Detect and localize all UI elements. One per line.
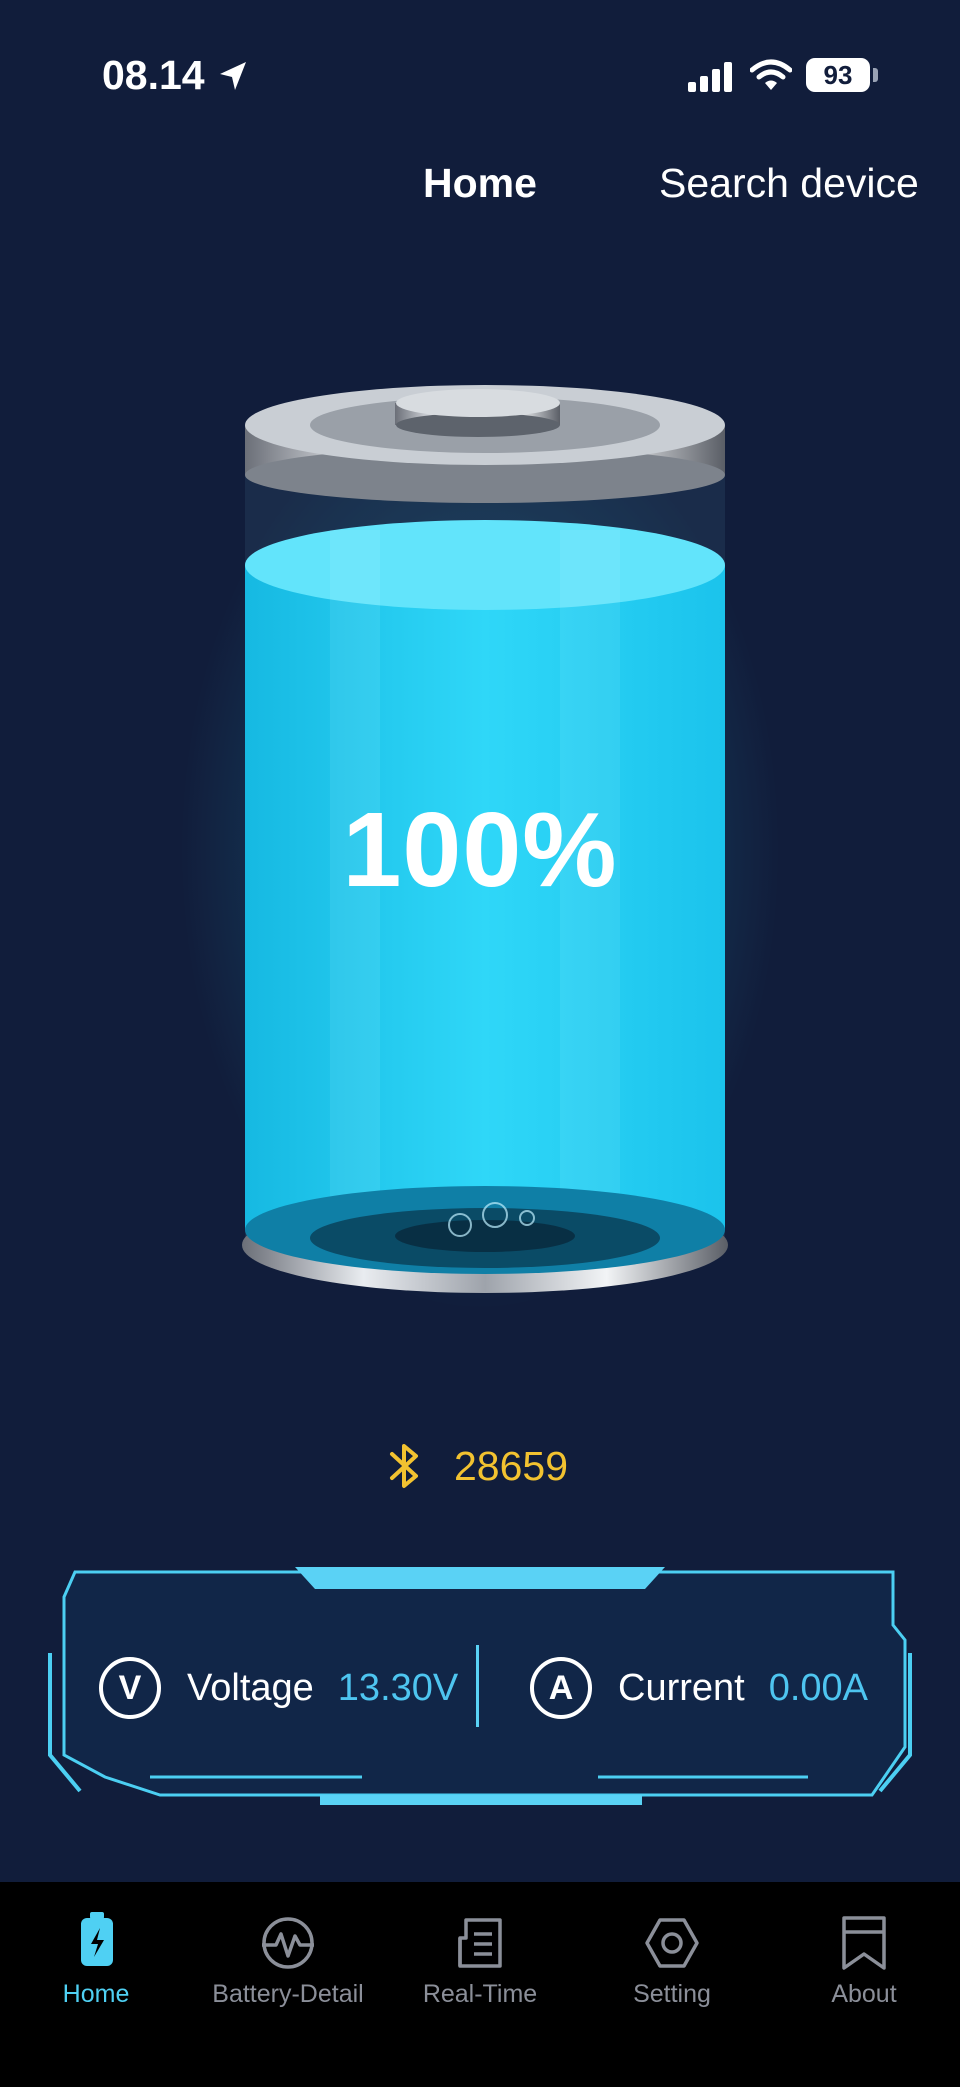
- tab-real-time[interactable]: Real-Time: [384, 1882, 576, 2087]
- tab-home[interactable]: Home: [0, 1882, 192, 2087]
- bottom-tab-bar: Home Battery-Detail Real-Time Setting Ab…: [0, 1882, 960, 2087]
- voltage-reading: V Voltage 13.30V: [99, 1657, 459, 1719]
- tab-about-label: About: [831, 1980, 897, 2008]
- voltage-label: Voltage: [187, 1666, 314, 1709]
- battery-bolt-icon: [81, 1912, 113, 1966]
- current-reading: A Current 0.00A: [530, 1657, 869, 1719]
- tab-about[interactable]: About: [768, 1882, 960, 2087]
- status-time: 08.14: [102, 52, 205, 98]
- bookmark-icon: [842, 1916, 886, 1970]
- battery-status-tip: [873, 68, 878, 82]
- bluetooth-icon: [390, 1444, 418, 1488]
- tab-real-time-label: Real-Time: [422, 1980, 538, 2008]
- nav-home-link[interactable]: Home: [423, 160, 537, 207]
- current-label: Current: [618, 1666, 745, 1709]
- readings-divider: [476, 1645, 479, 1727]
- current-icon: A: [530, 1657, 592, 1719]
- location-arrow-icon: [220, 62, 246, 90]
- voltage-icon: V: [99, 1657, 161, 1719]
- current-value: 0.00A: [768, 1666, 869, 1709]
- document-icon: [458, 1918, 502, 1968]
- pulse-circle-icon: [262, 1917, 314, 1969]
- wifi-icon: [750, 59, 792, 90]
- cellular-signal-icon: [688, 62, 732, 92]
- status-bar: 08.14 93: [0, 0, 960, 150]
- tab-setting[interactable]: Setting: [576, 1882, 768, 2087]
- battery-status-icon: 93: [806, 58, 870, 92]
- voltage-value: 13.30V: [337, 1666, 459, 1709]
- battery-percent: 100%: [342, 791, 618, 909]
- hexagon-gear-icon: [645, 1918, 699, 1968]
- device-bluetooth-id: 28659: [454, 1443, 569, 1489]
- tab-setting-label: Setting: [633, 1980, 711, 2008]
- search-device-link[interactable]: Search device: [659, 160, 919, 207]
- tab-battery-detail[interactable]: Battery-Detail: [192, 1882, 384, 2087]
- tab-home-label: Home: [62, 1980, 130, 2008]
- tab-battery-detail-label: Battery-Detail: [212, 1980, 364, 2008]
